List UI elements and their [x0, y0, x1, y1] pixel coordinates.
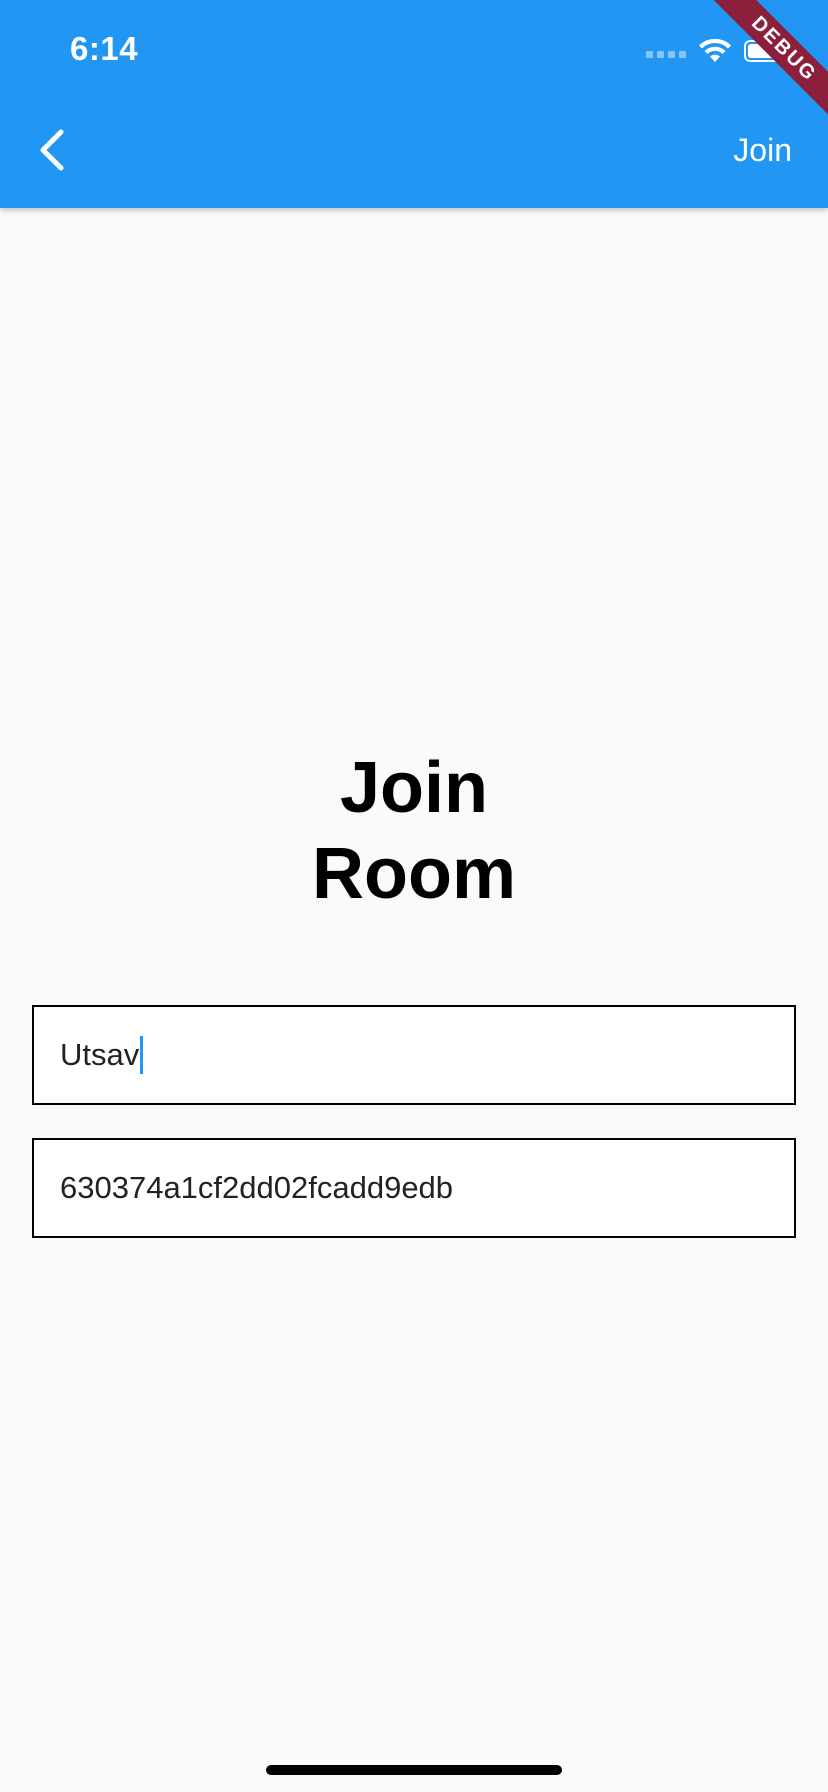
- join-button[interactable]: Join: [733, 132, 792, 169]
- status-time: 6:14: [70, 30, 139, 67]
- wifi-icon: [699, 38, 731, 62]
- page-title-line-1: Join: [339, 748, 488, 828]
- battery-icon: [744, 40, 792, 62]
- app-bar: 6:14 Join: [0, 0, 828, 208]
- home-indicator[interactable]: [266, 1765, 562, 1775]
- status-icons: [646, 36, 792, 66]
- room-id-input-value: 630374a1cf2dd02fcadd9edb: [60, 1170, 454, 1205]
- chevron-left-icon: [40, 129, 64, 171]
- name-input-value: Utsav: [60, 1037, 140, 1072]
- name-input[interactable]: Utsav: [32, 1005, 796, 1105]
- page-title-line-2: Room: [312, 834, 516, 914]
- room-id-input[interactable]: 630374a1cf2dd02fcadd9edb: [32, 1138, 796, 1238]
- cellular-signal-icon: [646, 44, 686, 58]
- text-cursor: [140, 1036, 144, 1074]
- page-title: Join Room: [0, 745, 828, 917]
- back-button[interactable]: [20, 118, 84, 182]
